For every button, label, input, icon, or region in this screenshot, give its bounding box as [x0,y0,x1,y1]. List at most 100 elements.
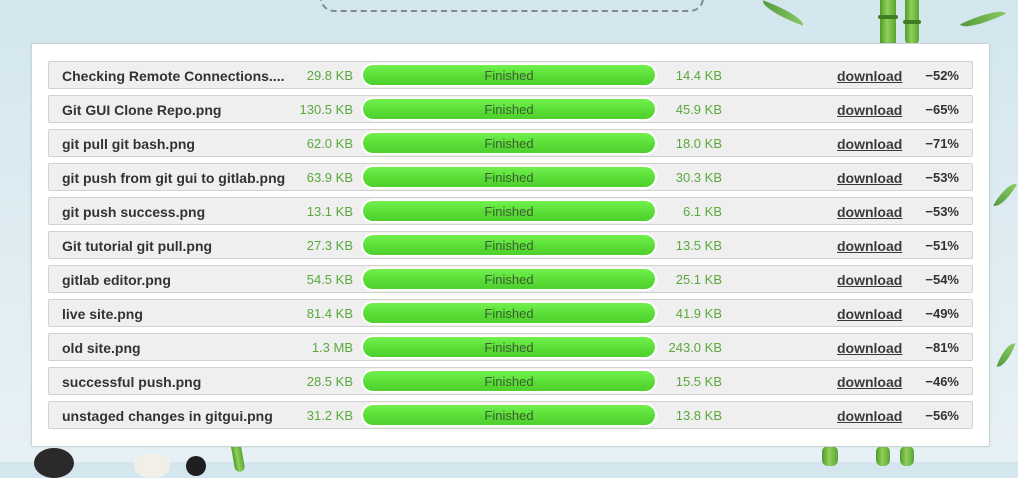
progress-bar: Finished [361,301,657,325]
file-name: gitlab editor.png [62,272,171,288]
download-link[interactable]: download [837,102,902,118]
progress-status: Finished [484,170,534,185]
progress-bar: Finished [361,97,657,121]
progress-status: Finished [484,340,534,355]
progress-status: Finished [484,102,534,117]
compressed-size: 15.5 KB [675,374,722,389]
compressed-size: 25.1 KB [675,272,722,287]
progress-fill: Finished [363,99,655,119]
download-link[interactable]: download [837,68,902,84]
bamboo-leaf-decoration [993,179,1017,211]
original-size: 29.8 KB [306,68,353,83]
progress-status: Finished [484,204,534,219]
original-size: 62.0 KB [306,136,353,151]
file-row: git push success.png 13.1 KB Finished 6.… [48,197,973,225]
file-row: successful push.png 28.5 KB Finished 15.… [48,367,973,395]
savings-percent: −52% [925,68,959,83]
bamboo-decoration [903,0,921,45]
progress-status: Finished [484,408,534,423]
download-link[interactable]: download [837,204,902,220]
progress-bar: Finished [361,131,657,155]
original-size: 130.5 KB [299,102,354,117]
savings-percent: −54% [925,272,959,287]
progress-fill: Finished [363,269,655,289]
file-row: git pull git bash.png 62.0 KB Finished 1… [48,129,973,157]
original-size: 63.9 KB [306,170,353,185]
savings-percent: −51% [925,238,959,253]
file-row: Git tutorial git pull.png 27.3 KB Finish… [48,231,973,259]
file-list: Checking Remote Connections.... 29.8 KB … [48,61,973,435]
file-name: unstaged changes in gitgui.png [62,408,273,424]
file-row: git push from git gui to gitlab.png 63.9… [48,163,973,191]
progress-bar: Finished [361,369,657,393]
original-size: 13.1 KB [306,204,353,219]
progress-bar: Finished [361,233,657,257]
compressed-size: 13.8 KB [675,408,722,423]
file-name: Git tutorial git pull.png [62,238,213,254]
progress-bar: Finished [361,335,657,359]
progress-fill: Finished [363,235,655,255]
progress-status: Finished [484,238,534,253]
progress-fill: Finished [363,201,655,221]
compressed-size: 14.4 KB [675,68,722,83]
upload-dropzone[interactable] [320,0,704,12]
progress-status: Finished [484,136,534,151]
file-row: live site.png 81.4 KB Finished 41.9 KB d… [48,299,973,327]
progress-fill: Finished [363,371,655,391]
progress-fill: Finished [363,167,655,187]
download-link[interactable]: download [837,136,902,152]
file-name: live site.png [62,306,143,322]
bamboo-decoration [876,446,890,466]
progress-fill: Finished [363,65,655,85]
file-row: old site.png 1.3 MB Finished 243.0 KB do… [48,333,973,361]
progress-fill: Finished [363,405,655,425]
bamboo-leaf-decoration [996,340,1016,370]
panda-mascot-decoration [186,456,206,476]
progress-status: Finished [484,374,534,389]
file-name: git pull git bash.png [62,136,195,152]
savings-percent: −53% [925,170,959,185]
savings-percent: −53% [925,204,959,219]
progress-bar: Finished [361,63,657,87]
compressed-size: 243.0 KB [668,340,723,355]
savings-percent: −81% [925,340,959,355]
progress-bar: Finished [361,165,657,189]
original-size: 1.3 MB [311,340,353,355]
progress-status: Finished [484,272,534,287]
progress-bar: Finished [361,403,657,427]
progress-status: Finished [484,68,534,83]
download-link[interactable]: download [837,170,902,186]
original-size: 31.2 KB [306,408,353,423]
file-row: gitlab editor.png 54.5 KB Finished 25.1 … [48,265,973,293]
progress-status: Finished [484,306,534,321]
progress-bar: Finished [361,267,657,291]
original-size: 54.5 KB [306,272,353,287]
download-link[interactable]: download [837,238,902,254]
bamboo-decoration [822,446,838,466]
results-panel: Checking Remote Connections.... 29.8 KB … [31,43,990,447]
download-link[interactable]: download [837,272,902,288]
panda-mascot-decoration [134,454,170,478]
download-link[interactable]: download [837,306,902,322]
download-link[interactable]: download [837,340,902,356]
download-link[interactable]: download [837,408,902,424]
compressed-size: 13.5 KB [675,238,722,253]
bamboo-leaf-decoration [759,0,807,26]
progress-bar: Finished [361,199,657,223]
progress-fill: Finished [363,303,655,323]
progress-fill: Finished [363,337,655,357]
download-link[interactable]: download [837,374,902,390]
savings-percent: −46% [925,374,959,389]
file-name: git push success.png [62,204,206,220]
file-name: Git GUI Clone Repo.png [62,102,222,118]
panda-mascot-decoration [34,448,74,478]
file-row: unstaged changes in gitgui.png 31.2 KB F… [48,401,973,429]
original-size: 81.4 KB [306,306,353,321]
savings-percent: −49% [925,306,959,321]
compressed-size: 30.3 KB [675,170,722,185]
compressed-size: 18.0 KB [675,136,722,151]
file-name: successful push.png [62,374,202,390]
file-row: Checking Remote Connections.... 29.8 KB … [48,61,973,89]
file-name: old site.png [62,340,141,356]
original-size: 27.3 KB [306,238,353,253]
